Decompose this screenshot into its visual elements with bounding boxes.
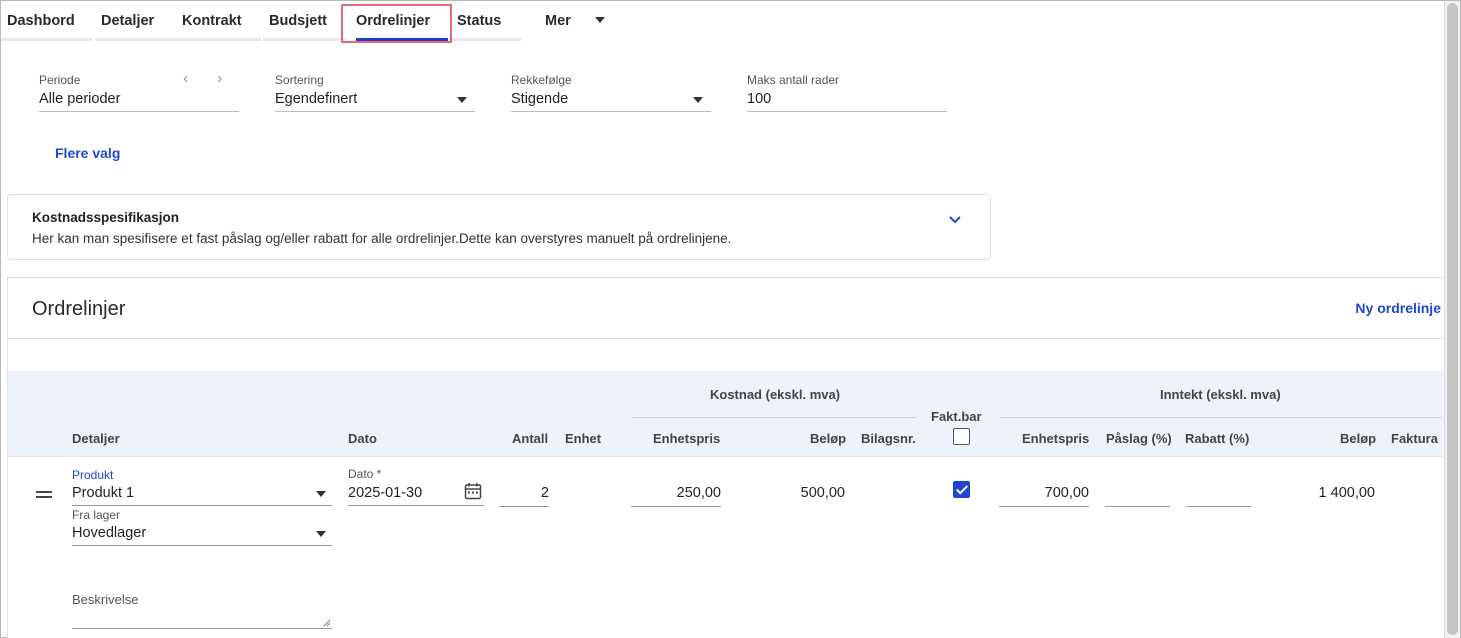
lager-label: Fra lager xyxy=(72,508,121,522)
maks-label: Maks antall rader xyxy=(747,73,840,87)
orderlines-panel: Ordrelinjer Ny ordrelinje Kostnad (ekskl… xyxy=(7,277,1447,638)
beskrivelse-label: Beskrivelse xyxy=(72,592,139,607)
dato-input[interactable]: 2025-01-30 xyxy=(348,485,422,501)
cost-spec-title: Kostnadsspesifikasjon xyxy=(32,210,180,225)
produkt-select[interactable]: Produkt 1 xyxy=(72,485,134,501)
col-enhet: Enhet xyxy=(565,431,602,446)
tab-kontrakt[interactable]: Kontrakt xyxy=(176,1,261,41)
antall-input[interactable]: 2 xyxy=(499,485,549,501)
rekkefolge-value: Stigende xyxy=(511,91,569,107)
chevron-left-icon[interactable]: ‹ xyxy=(183,70,188,88)
tab-status[interactable]: Status xyxy=(451,1,521,41)
group-income-header: Inntekt (ekskl. mva) xyxy=(1160,387,1281,402)
col-belop-cost: Beløp xyxy=(810,431,847,446)
new-orderline-button[interactable]: Ny ordrelinje xyxy=(1355,300,1441,316)
group-cost-header: Kostnad (ekskl. mva) xyxy=(710,387,841,402)
periode-field[interactable]: Periode ‹ › Alle perioder xyxy=(39,70,239,113)
tab-label: Budsjett xyxy=(269,13,327,29)
enhetspris-cost-input[interactable]: 250,00 xyxy=(631,485,721,501)
faktbar-checkbox[interactable] xyxy=(953,481,970,498)
tab-ordrelinjer[interactable]: Ordrelinjer xyxy=(350,1,449,41)
table-header: Kostnad (ekskl. mva) Inntekt (ekskl. mva… xyxy=(8,371,1447,457)
col-dato: Dato xyxy=(348,431,377,446)
tab-label: Dashbord xyxy=(7,13,75,29)
flere-valg-link[interactable]: Flere valg xyxy=(55,145,120,161)
col-enhetspris-income: Enhetspris xyxy=(1022,431,1090,446)
lager-select[interactable]: Hovedlager xyxy=(72,525,146,541)
cost-spec-description: Her kan man spesifisere et fast påslag o… xyxy=(32,231,732,246)
orderlines-title: Ordrelinjer xyxy=(32,298,126,320)
drag-handle-icon[interactable] xyxy=(36,491,52,501)
col-faktbar: Fakt.bar xyxy=(931,409,982,424)
col-paslag: Påslag (%) xyxy=(1106,431,1172,446)
col-belop-income: Beløp xyxy=(1340,431,1377,446)
paslag-input[interactable] xyxy=(1105,506,1170,507)
col-detaljer: Detaljer xyxy=(72,431,120,446)
belop-cost-value: 500,00 xyxy=(800,485,845,501)
sortering-value: Egendefinert xyxy=(275,91,358,107)
dato-label: Dato * xyxy=(348,467,382,481)
col-rabatt: Rabatt (%) xyxy=(1185,431,1250,446)
chevron-down-icon xyxy=(316,531,326,537)
produkt-label: Produkt xyxy=(72,468,114,482)
tab-label: Ordrelinjer xyxy=(356,13,431,29)
col-enhetspris-cost: Enhetspris xyxy=(653,431,721,446)
tab-detaljer[interactable]: Detaljer xyxy=(95,1,178,41)
rekkefolge-label: Rekkefølge xyxy=(511,73,572,87)
vertical-scrollbar[interactable] xyxy=(1444,1,1460,638)
chevron-down-icon xyxy=(693,97,703,103)
maks-antall-input[interactable]: Maks antall rader 100 xyxy=(747,73,947,113)
maks-value: 100 xyxy=(747,91,772,107)
col-faktura: Faktura xyxy=(1391,431,1438,446)
chevron-down-icon xyxy=(316,491,326,497)
col-bilagsnr: Bilagsnr. xyxy=(861,431,916,446)
col-antall: Antall xyxy=(512,431,549,446)
sortering-select[interactable]: Sortering Egendefinert xyxy=(275,73,475,113)
tab-dashbord[interactable]: Dashbord xyxy=(1,1,92,41)
rabatt-input[interactable] xyxy=(1186,506,1251,507)
tab-budsjett[interactable]: Budsjett xyxy=(263,1,345,41)
tab-label: Detaljer xyxy=(101,13,155,29)
belop-income-value: 1 400,00 xyxy=(1318,485,1375,501)
faktbar-select-all-checkbox[interactable] xyxy=(953,428,970,445)
tab-mer[interactable]: Mer xyxy=(539,1,619,41)
chevron-down-icon xyxy=(457,97,467,103)
resize-handle-icon[interactable] xyxy=(323,619,331,627)
sortering-label: Sortering xyxy=(275,73,324,87)
tab-label: Kontrakt xyxy=(182,13,242,29)
tab-label: Status xyxy=(457,13,502,29)
chevron-right-icon[interactable]: › xyxy=(217,70,222,88)
chevron-down-icon[interactable] xyxy=(948,215,962,225)
tab-bar: Dashbord Detaljer Kontrakt Budsjett Ordr… xyxy=(1,1,621,43)
chevron-down-icon xyxy=(594,16,605,23)
beskrivelse-textarea[interactable] xyxy=(72,628,332,629)
rekkefolge-select[interactable]: Rekkefølge Stigende xyxy=(511,73,711,113)
cost-spec-card[interactable]: Kostnadsspesifikasjon Her kan man spesif… xyxy=(7,194,991,260)
periode-label: Periode xyxy=(39,73,81,87)
enhetspris-income-input[interactable]: 700,00 xyxy=(999,485,1089,501)
periode-value: Alle perioder xyxy=(39,91,121,107)
calendar-icon[interactable] xyxy=(464,482,482,500)
tab-label: Mer xyxy=(545,13,571,29)
